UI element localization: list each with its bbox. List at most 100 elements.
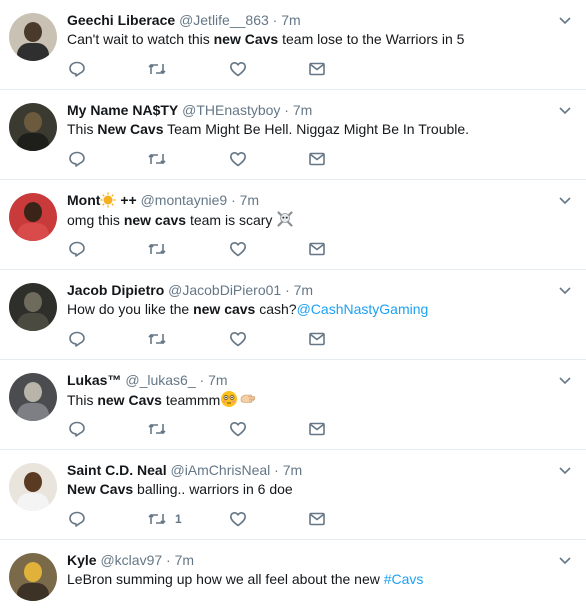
like-button[interactable] (229, 418, 255, 440)
text-segment: omg this (67, 212, 124, 228)
text-segment: This (67, 121, 98, 137)
tweet[interactable]: Jacob Dipietro @JacobDiPiero01 · 7m How … (0, 270, 586, 360)
like-icon (229, 510, 247, 528)
author-handle[interactable]: @montaynie9 (141, 192, 228, 208)
author-name[interactable]: Saint C.D. Neal (67, 462, 167, 478)
separator-dot: · (272, 12, 278, 28)
chevron-down-icon[interactable] (557, 372, 573, 388)
direct-message-button[interactable] (308, 58, 326, 80)
reply-icon (68, 420, 86, 438)
author-name[interactable]: Geechi Liberace (67, 12, 175, 28)
direct-message-button[interactable] (308, 328, 326, 350)
retweet-button[interactable] (147, 148, 175, 170)
direct-message-icon (308, 240, 326, 258)
reply-button[interactable] (68, 508, 94, 530)
direct-message-icon (308, 510, 326, 528)
flushed-face-icon (220, 390, 238, 412)
tweet[interactable]: Lukas™ @_lukas6_ · 7m This new Cavs team… (0, 360, 586, 450)
avatar[interactable] (9, 373, 57, 421)
tweet-actions (62, 58, 362, 80)
retweet-button[interactable] (147, 418, 175, 440)
author-name[interactable]: Kyle (67, 552, 97, 568)
tweet[interactable]: Saint C.D. Neal @iAmChrisNeal · 7m New C… (0, 450, 586, 540)
text-segment: LeBron summing up how we all feel about … (67, 571, 384, 587)
author-name-suffix[interactable]: ++ (120, 192, 136, 208)
separator-dot: · (231, 192, 236, 208)
timestamp[interactable]: 7m (208, 372, 227, 388)
reply-button[interactable] (68, 238, 94, 260)
retweet-button[interactable] (147, 58, 175, 80)
reply-button[interactable] (68, 148, 94, 170)
author-handle[interactable]: @iAmChrisNeal (170, 462, 270, 478)
like-button[interactable] (229, 148, 255, 170)
author-handle[interactable]: @Jetlife__863 (179, 12, 269, 28)
timestamp[interactable]: 7m (175, 552, 194, 568)
reply-button[interactable] (68, 58, 94, 80)
chevron-down-icon[interactable] (557, 102, 573, 118)
timestamp[interactable]: 7m (294, 282, 313, 298)
tweet-feed: Geechi Liberace @Jetlife__863 · 7m Can't… (0, 0, 586, 610)
like-icon (229, 240, 247, 258)
direct-message-button[interactable] (308, 508, 326, 530)
timestamp[interactable]: 7m (240, 192, 259, 208)
retweet-button[interactable] (147, 238, 175, 260)
tweet-header: Saint C.D. Neal @iAmChrisNeal · 7m (67, 461, 302, 479)
timestamp[interactable]: 7m (293, 102, 312, 118)
like-button[interactable] (229, 58, 255, 80)
avatar[interactable] (9, 103, 57, 151)
like-icon (229, 330, 247, 348)
text-segment: How do you like the (67, 301, 194, 317)
chevron-down-icon[interactable] (557, 282, 573, 298)
reply-icon (68, 150, 86, 168)
direct-message-button[interactable] (308, 418, 326, 440)
direct-message-button[interactable] (308, 238, 326, 260)
retweet-icon (147, 240, 167, 258)
reply-icon (68, 330, 86, 348)
author-handle[interactable]: @THEnastyboy (182, 102, 280, 118)
author-name[interactable]: Mont (67, 192, 100, 208)
author-name[interactable]: Jacob Dipietro (67, 282, 164, 298)
chevron-down-icon[interactable] (557, 192, 573, 208)
reply-button[interactable] (68, 418, 94, 440)
avatar[interactable] (9, 13, 57, 61)
author-handle[interactable]: @kclav97 (100, 552, 162, 568)
text-segment: cash? (255, 301, 297, 317)
tweet[interactable]: Geechi Liberace @Jetlife__863 · 7m Can't… (0, 0, 586, 90)
highlighted-term: new cavs (193, 301, 256, 317)
hand-gesture-icon (238, 390, 258, 412)
like-button[interactable] (229, 508, 255, 530)
text-segment: This (67, 392, 98, 408)
author-handle[interactable]: @JacobDiPiero01 (168, 282, 281, 298)
direct-message-button[interactable] (308, 148, 326, 170)
chevron-down-icon[interactable] (557, 462, 573, 478)
author-name[interactable]: Lukas™ (67, 372, 121, 388)
retweet-button[interactable]: 1 (147, 508, 182, 530)
tweet-text: LeBron summing up how we all feel about … (67, 570, 423, 588)
reply-button[interactable] (68, 328, 94, 350)
tweet[interactable]: Mont ++ @montaynie9 · 7m omg this new ca… (0, 180, 586, 270)
tweet[interactable]: Kyle @kclav97 · 7m LeBron summing up how… (0, 540, 586, 610)
mention-link[interactable]: @CashNastyGaming (297, 301, 429, 317)
avatar[interactable] (9, 463, 57, 511)
text-segment: teammm (161, 392, 221, 408)
timestamp[interactable]: 7m (281, 12, 300, 28)
tweet-text: This New Cavs Team Might Be Hell. Niggaz… (67, 120, 469, 138)
author-handle[interactable]: @_lukas6_ (125, 372, 195, 388)
author-name[interactable]: My Name NA$TY (67, 102, 178, 118)
avatar[interactable] (9, 193, 57, 241)
chevron-down-icon[interactable] (557, 12, 573, 28)
hashtag-link[interactable]: #Cavs (384, 571, 424, 587)
avatar[interactable] (9, 553, 57, 601)
separator-dot: · (199, 372, 205, 388)
chevron-down-icon[interactable] (557, 552, 573, 568)
timestamp[interactable]: 7m (283, 462, 302, 478)
avatar[interactable] (9, 283, 57, 331)
tweet-actions (62, 148, 362, 170)
tweet[interactable]: My Name NA$TY @THEnastyboy · 7m This New… (0, 90, 586, 180)
retweet-button[interactable] (147, 328, 175, 350)
like-button[interactable] (229, 328, 255, 350)
retweet-icon (147, 420, 167, 438)
like-icon (229, 150, 247, 168)
like-button[interactable] (229, 238, 255, 260)
retweet-icon (147, 150, 167, 168)
